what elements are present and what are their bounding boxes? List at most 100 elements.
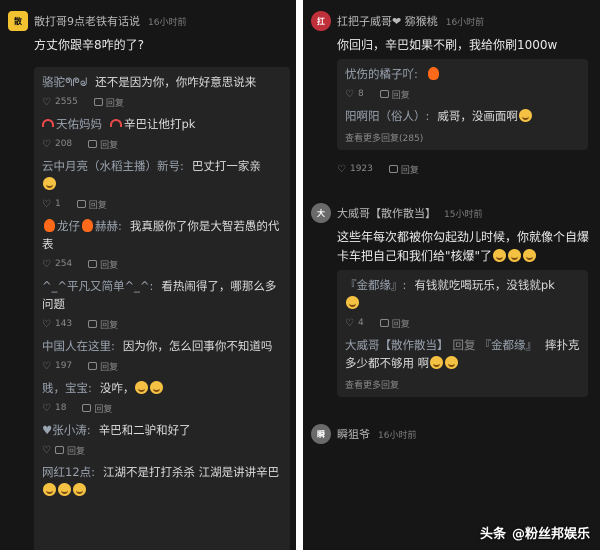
list-item: 忧伤的橘子吖: ♡ 8 回复: [345, 65, 580, 101]
reply-author[interactable]: ♥张小涛:: [42, 423, 91, 437]
comment-2: 大 大威哥【散作散当】 15小时前 这些年每次都被你勾起劲儿时候，你就像个自爆卡…: [303, 192, 600, 403]
post-time: 16小时前: [445, 17, 485, 28]
reply-author[interactable]: 网红12点:: [42, 465, 95, 479]
post-author[interactable]: 大威哥【散作散当】: [337, 205, 436, 221]
reply-author[interactable]: 骆驼ᖗᖘᖙ: [42, 75, 87, 89]
like-icon[interactable]: ♡: [42, 259, 51, 270]
reply-text: 辛巴和二驴和好了: [98, 423, 191, 437]
list-item: 网红12点: 江湖不是打打杀杀 江湖是讲讲辛巴: [42, 463, 282, 499]
watermark-brand: 头条: [479, 527, 506, 542]
view-more-replies-link[interactable]: 查看更多回复: [345, 378, 580, 391]
like-icon[interactable]: ♡: [42, 403, 51, 414]
laugh-emoji-icon: [73, 483, 86, 496]
reply-button[interactable]: 回复: [392, 317, 410, 330]
reply-author[interactable]: 中国人在这里:: [42, 339, 115, 353]
post-author[interactable]: 瞬狙爷: [337, 426, 370, 442]
reply-text: 巴丈打一家亲: [191, 159, 261, 173]
laugh-emoji-icon: [43, 177, 56, 190]
post-author[interactable]: 扛把子威哥❤ 猕猴桃: [337, 13, 438, 29]
reply-button[interactable]: 回复: [401, 163, 419, 176]
post-time: 16小时前: [148, 17, 187, 28]
reply-author[interactable]: ^_^平凡又简单^_^:: [42, 279, 153, 293]
like-icon[interactable]: ♡: [42, 319, 51, 330]
fire-icon: [44, 219, 55, 232]
like-icon[interactable]: ♡: [42, 361, 51, 372]
like-icon[interactable]: ♡: [42, 139, 51, 150]
divider: [303, 403, 600, 413]
reply-icon[interactable]: [76, 200, 86, 208]
avatar[interactable]: 散: [8, 11, 28, 31]
avatar[interactable]: 扛: [311, 11, 331, 31]
like-count: 18: [54, 403, 67, 413]
like-count: 208: [54, 139, 73, 149]
reply-button[interactable]: 回复: [100, 318, 118, 331]
avatar[interactable]: 瞬: [311, 424, 331, 444]
reply-button[interactable]: 回复: [100, 258, 118, 271]
reply-author[interactable]: 贱，宝宝:: [42, 381, 92, 395]
reply-author[interactable]: 阳啊阳（俗人）:: [345, 109, 429, 123]
watermark-account: @粉丝邦娱乐: [511, 527, 590, 542]
right-comment-panel: 扛 扛把子威哥❤ 猕猴桃 16小时前 你回归，辛巴如果不刷，我给你刷1000w …: [303, 0, 600, 550]
post-text: 你回归，辛巴如果不刷，我给你刷1000w: [337, 38, 558, 52]
like-icon[interactable]: ♡: [345, 89, 354, 100]
reply-author[interactable]: 大威哥【散作散当】: [345, 338, 449, 352]
left-comment-panel: 散 散打哥9点老铁有话说 16小时前 方丈你跟辛8咋的了? 骆驼ᖗᖘᖙ 还不是因为…: [0, 0, 296, 550]
laugh-emoji-icon: [58, 483, 71, 496]
reply-icon[interactable]: [88, 140, 98, 148]
reply-button[interactable]: 回复: [392, 88, 410, 101]
post-header: 瞬 瞬狙爷 16小时前: [311, 423, 592, 445]
reply-icon[interactable]: [88, 320, 98, 328]
reply-icon[interactable]: [379, 90, 389, 98]
reply-author[interactable]: 云中月亮（水稻主播）新号:: [42, 159, 184, 173]
laugh-emoji-icon: [523, 249, 537, 262]
like-icon[interactable]: ♡: [42, 97, 51, 108]
reply-button[interactable]: 回复: [100, 360, 118, 373]
avatar[interactable]: 大: [311, 203, 331, 223]
reply-icon[interactable]: [82, 404, 92, 412]
reply-button[interactable]: 回复: [100, 138, 118, 151]
post-author[interactable]: 散打哥9点老铁有话说: [34, 13, 140, 29]
like-count: 254: [54, 259, 73, 269]
post-text-content: 这些年每次都被你勾起劲儿时候，你就像个自爆卡车把自己和我们给"核爆"了: [337, 230, 590, 263]
reply-button[interactable]: 回复: [94, 402, 112, 415]
list-item: ♥张小涛: 辛巴和二驴和好了 ♡ 回复: [42, 421, 282, 457]
reply-author[interactable]: 忧伤的橘子吖:: [345, 67, 418, 81]
reply-button[interactable]: 回复: [89, 198, 107, 211]
post-header: 大 大威哥【散作散当】 15小时前: [311, 202, 592, 224]
like-icon[interactable]: ♡: [337, 164, 346, 175]
post-time: 16小时前: [378, 430, 417, 441]
reply-button[interactable]: 回复: [67, 444, 85, 457]
reply-text: 江湖不是打打杀杀 江湖是讲讲辛巴: [103, 465, 280, 479]
reply-list: 忧伤的橘子吖: ♡ 8 回复 阳啊阳（俗人）: 威哥，没画面啊 查看更多回复(285): [337, 59, 588, 150]
reply-text: 因为你，怎么回事你不知道吗: [122, 339, 273, 353]
reply-to-author[interactable]: 『金都缘』: [480, 338, 538, 352]
list-item: 龙仔 赫赫: 我真服你了你是大智若愚的代表 ♡ 254 回复: [42, 217, 282, 271]
reply-icon[interactable]: [93, 98, 103, 106]
like-count: 4: [357, 318, 364, 328]
reply-author[interactable]: 龙仔: [57, 219, 80, 233]
post-header: 散 散打哥9点老铁有话说 16小时前: [8, 10, 288, 32]
list-item: 『金都缘』: 有钱就吃喝玩乐，没钱就pk ♡ 4 回复: [345, 276, 580, 330]
reply-icon[interactable]: [379, 319, 389, 327]
list-item: 云中月亮（水稻主播）新号: 巴丈打一家亲 ♡ 1 回复: [42, 157, 282, 211]
like-icon[interactable]: ♡: [42, 199, 51, 210]
divider: [303, 182, 600, 192]
top-post: 散 散打哥9点老铁有话说 16小时前 方丈你跟辛8咋的了?: [0, 0, 296, 61]
reply-button[interactable]: 回复: [106, 96, 124, 109]
like-count: 2555: [54, 97, 78, 107]
like-icon[interactable]: ♡: [345, 318, 354, 329]
reply-author[interactable]: 天佑妈妈: [56, 117, 102, 131]
reply-icon[interactable]: [88, 260, 98, 268]
list-item: ^_^平凡又简单^_^: 看热闹得了，哪那么多问题 ♡ 143 回复: [42, 277, 282, 331]
like-count: 197: [54, 361, 73, 371]
reply-text: 还不是因为你，你咋好意思说来: [95, 75, 257, 89]
like-count: 8: [357, 89, 364, 99]
list-item: 中国人在这里: 因为你，怎么回事你不知道吗 ♡ 197 回复: [42, 337, 282, 373]
reply-icon[interactable]: [88, 362, 98, 370]
reply-icon[interactable]: [54, 446, 64, 454]
reply-author[interactable]: 『金都缘』:: [345, 278, 406, 292]
like-icon[interactable]: ♡: [42, 445, 51, 456]
reply-icon[interactable]: [388, 165, 398, 173]
reply-author-2[interactable]: 赫赫:: [95, 219, 122, 233]
view-more-replies-link[interactable]: 查看更多回复(285): [345, 131, 580, 144]
